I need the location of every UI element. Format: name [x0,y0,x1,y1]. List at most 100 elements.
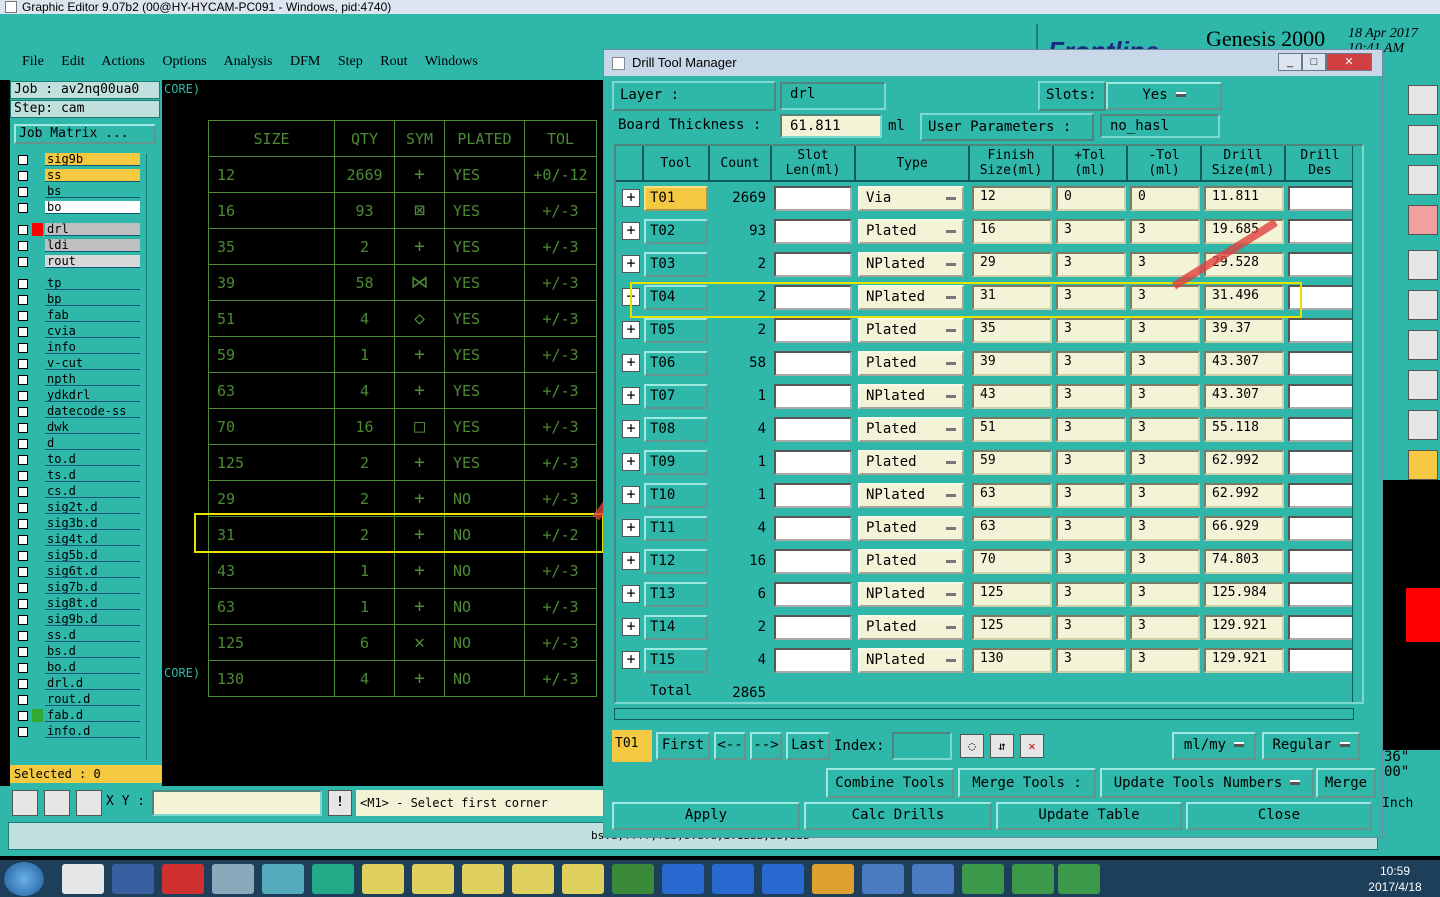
type-dropdown[interactable]: NPlated [858,384,964,409]
tool-cell[interactable]: T01 [644,186,708,211]
taskbar-app-17[interactable] [862,864,904,894]
minimize-button[interactable]: _ [1278,53,1302,71]
layer-checkbox[interactable] [18,678,28,689]
next-button[interactable]: --> [750,732,782,760]
menu-analysis[interactable]: Analysis [224,54,273,69]
minus-tol-input[interactable]: 3 [1130,384,1200,409]
taskbar-app-9[interactable] [462,864,504,894]
layer-row[interactable]: bp [18,292,140,307]
slot-length-input[interactable] [774,351,852,376]
drill-size-input[interactable]: 62.992 [1204,483,1284,508]
layer-row[interactable]: drl [18,222,140,237]
apply-button[interactable]: Apply [612,802,800,830]
slot-length-input[interactable] [774,417,852,442]
layer-row[interactable]: sig9b [18,152,140,167]
taskbar-app-6[interactable] [312,864,354,894]
layer-row[interactable]: sig3b.d [18,516,140,531]
layer-checkbox[interactable] [18,154,28,165]
tool-cell[interactable]: T14 [644,615,708,640]
layer-checkbox[interactable] [18,202,28,213]
layer-row[interactable]: tp [18,276,140,291]
layer-row[interactable]: bs.d [18,644,140,659]
finish-size-input[interactable]: 59 [972,450,1052,475]
xy-input[interactable] [152,790,322,816]
clock[interactable]: 10:59 2017/4/18 [1360,863,1430,895]
slot-length-input[interactable] [774,186,852,211]
drill-size-input[interactable]: 43.307 [1204,351,1284,376]
tool-icon-2[interactable] [1408,125,1438,155]
taskbar-app-5[interactable] [262,864,304,894]
drill-size-input[interactable]: 66.929 [1204,516,1284,541]
tool-cell[interactable]: T07 [644,384,708,409]
job-matrix-button[interactable]: Job Matrix ... [14,124,156,144]
minus-tol-input[interactable]: 3 [1130,549,1200,574]
tool-cell[interactable]: T09 [644,450,708,475]
layer-row[interactable]: fab [18,308,140,323]
layer-row[interactable]: sig4t.d [18,532,140,547]
layer-row[interactable]: sig5b.d [18,548,140,563]
layer-scrollbar[interactable] [146,154,158,760]
drill-des-input[interactable] [1288,219,1354,244]
drill-size-input[interactable]: 43.307 [1204,384,1284,409]
zoom-icon[interactable] [12,790,38,816]
update-numbers-dropdown[interactable]: Update Tools Numbers [1100,768,1314,798]
tool-icon-4[interactable] [1408,205,1438,235]
tool-icon-7[interactable] [1408,330,1438,360]
layer-checkbox[interactable] [18,294,28,305]
drill-des-input[interactable] [1288,615,1354,640]
snap-icon[interactable] [44,790,70,816]
layer-checkbox[interactable] [18,170,28,181]
table-vscrollbar[interactable] [1352,146,1362,702]
taskbar-app-10[interactable] [512,864,554,894]
drill-size-input[interactable]: 129.921 [1204,615,1284,640]
prev-button[interactable]: <-- [714,732,746,760]
menu-file[interactable]: File [22,54,44,69]
drill-size-input[interactable]: 39.37 [1204,318,1284,343]
layer-checkbox[interactable] [18,310,28,321]
delete-icon[interactable]: ✕ [1020,734,1044,758]
taskbar-app-14[interactable] [712,864,754,894]
layer-checkbox[interactable] [18,470,28,481]
layer-checkbox[interactable] [18,390,28,401]
layer-input[interactable]: drl [780,82,886,110]
tool-cell[interactable]: T13 [644,582,708,607]
layer-row[interactable]: ts.d [18,468,140,483]
expand-icon[interactable]: + [622,453,640,471]
slot-length-input[interactable] [774,252,852,277]
menu-rout[interactable]: Rout [380,54,407,69]
taskbar-app-13[interactable] [662,864,704,894]
expand-icon[interactable]: + [622,189,640,207]
minus-tol-input[interactable]: 3 [1130,483,1200,508]
layer-checkbox[interactable] [18,224,28,235]
layer-row[interactable]: v-cut [18,356,140,371]
expand-icon[interactable]: + [622,222,640,240]
drill-des-input[interactable] [1288,318,1354,343]
minus-tol-input[interactable]: 3 [1130,351,1200,376]
plus-tol-input[interactable]: 3 [1056,351,1126,376]
layer-checkbox[interactable] [18,374,28,385]
slot-length-input[interactable] [774,549,852,574]
table-hscrollbar[interactable] [614,708,1354,720]
layer-row[interactable]: ss.d [18,628,140,643]
type-dropdown[interactable]: NPlated [858,252,964,277]
taskbar-app-4[interactable] [212,864,254,894]
tool-cell[interactable]: T12 [644,549,708,574]
tool-cell[interactable]: T03 [644,252,708,277]
plus-tol-input[interactable]: 3 [1056,384,1126,409]
layer-checkbox[interactable] [18,406,28,417]
drill-des-input[interactable] [1288,252,1354,277]
expand-icon[interactable]: + [622,618,640,636]
tool-cell[interactable]: T11 [644,516,708,541]
minus-tol-input[interactable]: 3 [1130,582,1200,607]
expand-icon[interactable]: + [622,354,640,372]
taskbar-app-11[interactable] [562,864,604,894]
drill-des-input[interactable] [1288,483,1354,508]
layer-checkbox[interactable] [18,710,28,721]
taskbar-app-15[interactable] [762,864,804,894]
type-dropdown[interactable]: Plated [858,450,964,475]
layer-row[interactable]: to.d [18,452,140,467]
slot-length-input[interactable] [774,648,852,673]
layer-row[interactable]: ss [18,168,140,183]
tool-icon-1[interactable] [1408,85,1438,115]
start-button[interactable] [4,862,44,896]
